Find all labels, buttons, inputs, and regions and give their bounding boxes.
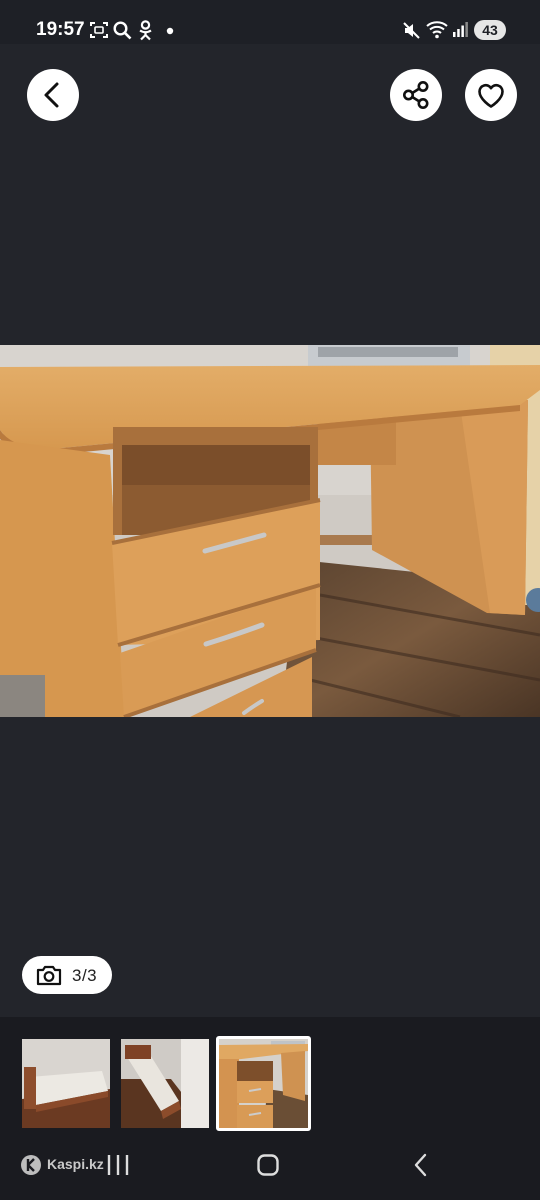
back-icon[interactable] bbox=[410, 1153, 432, 1177]
status-time: 19:57 bbox=[36, 19, 85, 40]
wooden-desk-photo bbox=[0, 345, 540, 717]
back-button[interactable] bbox=[27, 69, 79, 121]
heart-icon bbox=[478, 83, 504, 108]
photo-counter-text: 3/3 bbox=[72, 966, 98, 985]
thumbnail-2[interactable] bbox=[121, 1039, 209, 1128]
search-icon bbox=[113, 21, 132, 40]
recent-apps-icon[interactable] bbox=[105, 1153, 131, 1177]
main-photo[interactable] bbox=[0, 345, 540, 717]
battery-badge: 43 bbox=[474, 20, 506, 40]
share-icon bbox=[403, 81, 429, 109]
favorite-button[interactable] bbox=[465, 69, 517, 121]
bed-photo-2 bbox=[121, 1039, 209, 1128]
screenshot-icon bbox=[90, 22, 108, 38]
camera-icon bbox=[36, 965, 62, 986]
mute-icon bbox=[403, 22, 420, 39]
photo-viewer[interactable]: 3/3 bbox=[0, 44, 540, 1017]
thumbnail-1[interactable] bbox=[22, 1039, 110, 1128]
bed-photo-1 bbox=[22, 1039, 110, 1128]
share-button[interactable] bbox=[390, 69, 442, 121]
desk-photo bbox=[219, 1039, 308, 1128]
home-icon[interactable] bbox=[256, 1153, 280, 1177]
kaspi-logo-icon bbox=[21, 1155, 41, 1175]
status-bar: 19:57 43 bbox=[0, 0, 540, 44]
dot-icon bbox=[166, 27, 174, 35]
odnoklassniki-icon bbox=[139, 20, 152, 41]
thumbnail-3-selected[interactable] bbox=[216, 1036, 311, 1131]
signal-icon bbox=[453, 22, 468, 37]
chevron-left-icon bbox=[44, 82, 59, 108]
kaspi-watermark: Kaspi.kz bbox=[47, 1156, 104, 1172]
photo-counter: 3/3 bbox=[22, 956, 112, 994]
wifi-icon bbox=[426, 21, 448, 39]
